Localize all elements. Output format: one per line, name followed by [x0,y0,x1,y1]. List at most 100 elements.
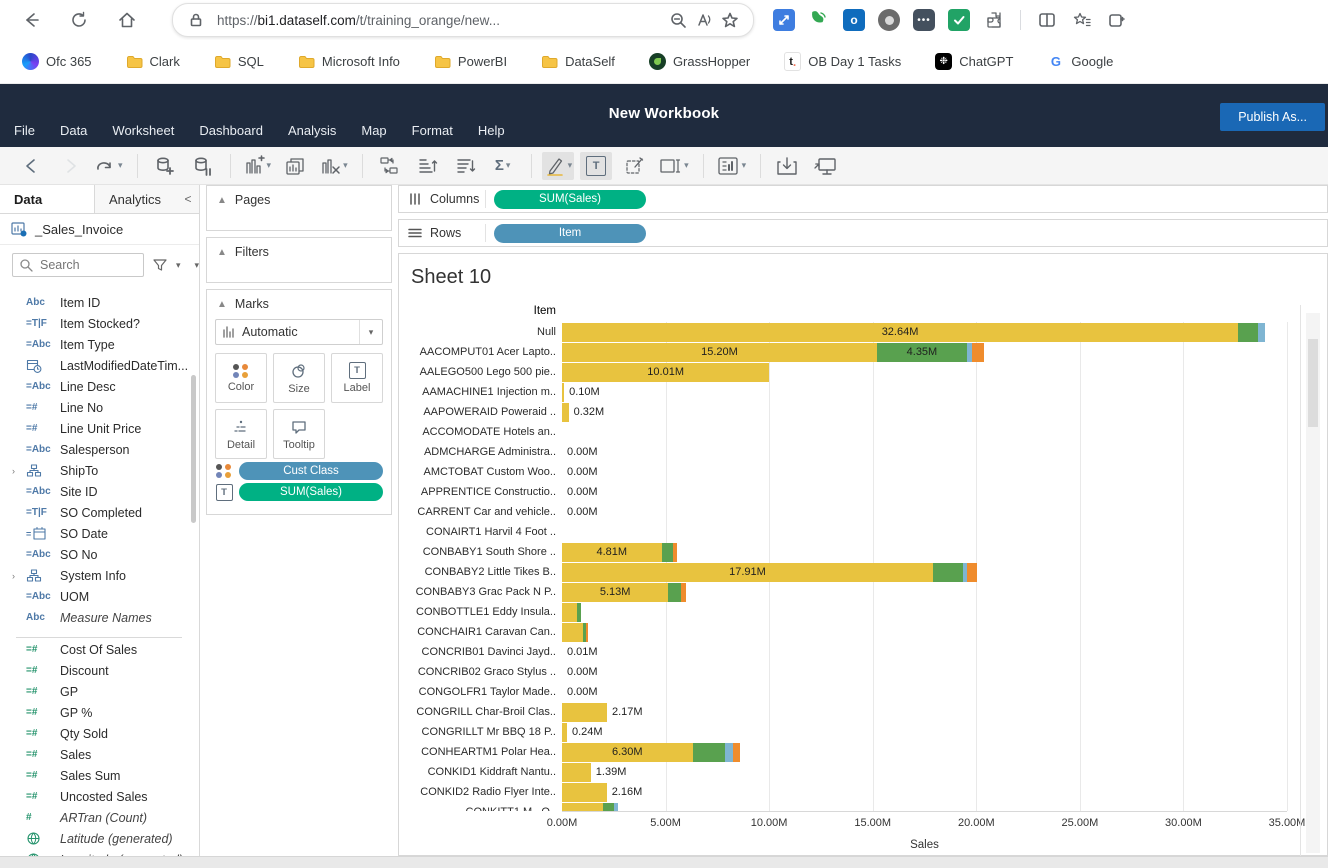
bookmark-ofc-365[interactable]: Ofc 365 [22,53,92,70]
bookmark-powerbi[interactable]: PowerBI [434,53,507,70]
pill-sum-sales-columns[interactable]: SUM(Sales) [494,190,646,209]
lock-icon[interactable] [183,7,209,33]
replay-button[interactable]: ▾ [92,152,125,180]
bar-segment-yellow[interactable] [562,703,607,722]
marks-label-button[interactable]: TLabel [331,353,383,403]
undo-arrow-button[interactable] [16,152,48,180]
field-line-unit-price[interactable]: =# Line Unit Price [0,418,196,439]
chart-row-aamachine1-injection-m[interactable]: AAMACHINE1 Injection m..0.10M [399,382,1301,402]
publish-as-button[interactable]: Publish As... [1220,103,1325,131]
bar-segment-yellow[interactable]: 4.81M [562,543,662,562]
marks-detail-button[interactable]: Detail [215,409,267,459]
chart-row-conbaby3-grac-pack-n-p[interactable]: CONBABY3 Grac Pack N P..5.13M [399,582,1301,602]
url-text[interactable]: https://bi1.dataself.com/t/training_oran… [217,13,665,28]
chart-row-conkitt1-m-o[interactable]: CONKITT1 M.. O.. [399,802,1301,811]
outlook-extension-icon[interactable]: o [842,8,866,32]
chart-row-conairt1-harvil-4-foot[interactable]: CONAIRT1 Harvil 4 Foot .. [399,522,1301,542]
bar-segment-green[interactable] [1238,323,1258,342]
field-item-type[interactable]: =Abc Item Type [0,334,196,355]
marks-tooltip-button[interactable]: Tooltip [273,409,325,459]
show-mark-labels-button[interactable]: T [580,152,612,180]
field-line-no[interactable]: =# Line No [0,397,196,418]
bookmark-clark[interactable]: Clark [126,53,180,70]
field-measure-names[interactable]: Abc Measure Names [0,607,196,628]
bookmark-microsoft-info[interactable]: Microsoft Info [298,53,400,70]
bar-segment-yellow[interactable] [562,403,569,422]
bar-segment-green[interactable] [662,543,673,562]
home-button[interactable] [110,5,144,35]
pill-cust-class[interactable]: Cust Class [239,462,383,480]
bar-segment-green[interactable]: 4.35M [877,343,967,362]
bar-segment-yellow[interactable] [562,723,567,742]
fix-axes-button[interactable] [618,152,650,180]
split-screen-icon[interactable] [1035,8,1059,32]
copilot-icon[interactable] [1105,8,1129,32]
bookmark-ob-day-1-tasks[interactable]: t.OB Day 1 Tasks [784,53,901,70]
phone-extension-icon[interactable] [807,8,831,32]
bar-segment-yellow[interactable]: 32.64M [562,323,1238,342]
field-line-desc[interactable]: =Abc Line Desc [0,376,196,397]
bar-segment-green[interactable] [693,743,725,762]
bar-segment-yellow[interactable]: 6.30M [562,743,693,762]
presentation-mode-button[interactable] [809,152,841,180]
download-button[interactable] [771,152,803,180]
bar-segment-yellow[interactable] [562,383,564,402]
field-discount[interactable]: =# Discount [0,660,196,681]
field-site-id[interactable]: =Abc Site ID [0,481,196,502]
menu-worksheet[interactable]: Worksheet [112,123,174,138]
field-cost-of-sales[interactable]: =# Cost Of Sales [0,639,196,660]
field-so-no[interactable]: =Abc SO No [0,544,196,565]
sharepoint-extension-icon[interactable] [877,8,901,32]
bar-segment-green[interactable] [933,563,963,582]
share-screen-extension-icon[interactable] [772,8,796,32]
field-qty-sold[interactable]: =# Qty Sold [0,723,196,744]
format-borders-button[interactable]: ▾ [656,152,691,180]
menu-help[interactable]: Help [478,123,505,138]
bar-segment-yellow[interactable] [562,763,591,782]
chart-scrollbar[interactable] [1306,313,1320,853]
field-so-date[interactable]: = SO Date [0,523,196,544]
chevron-up-icon[interactable]: ▲ [217,247,227,258]
bookmark-sql[interactable]: SQL [214,53,264,70]
field-sales-sum[interactable]: =# Sales Sum [0,765,196,786]
bookmark-dataself[interactable]: DataSelf [541,53,615,70]
chart-row-conbottle1-eddy-insula[interactable]: CONBOTTLE1 Eddy Insula.. [399,602,1301,622]
menu-file[interactable]: File [14,123,35,138]
mark-type-dropdown[interactable]: Automatic ▾ [215,319,383,345]
chart-row-conchair1-caravan-can[interactable]: CONCHAIR1 Caravan Can.. [399,622,1301,642]
address-bar[interactable]: https://bi1.dataself.com/t/training_oran… [172,3,754,37]
expander-icon[interactable]: › [12,466,22,476]
bar-segment-yellow[interactable]: 10.01M [562,363,769,382]
field-gp[interactable]: =# GP % [0,702,196,723]
bar-segment-green[interactable] [577,603,581,622]
bar-segment-orange[interactable] [586,623,588,642]
totals-button[interactable]: Σ▾ [487,152,519,180]
chart-row-null[interactable]: Null32.64M [399,322,1301,342]
menu-format[interactable]: Format [412,123,453,138]
menu-analysis[interactable]: Analysis [288,123,336,138]
chart-row-congolfr1-taylor-made[interactable]: CONGOLFR1 Taylor Made..0.00M [399,682,1301,702]
chart-scrollbar-thumb[interactable] [1308,339,1318,427]
field-longitude-generated[interactable]: Longitude (generated) [0,849,196,856]
pause-updates-button[interactable] [186,152,218,180]
bar-segment-yellow[interactable] [562,623,583,642]
clear-sheet-button[interactable]: ▾ [317,152,350,180]
field-sales[interactable]: =# Sales [0,744,196,765]
bar-segment-yellow[interactable] [562,803,603,812]
expander-icon[interactable]: › [12,571,22,581]
field-so-completed[interactable]: =T|F SO Completed [0,502,196,523]
field-gp[interactable]: =# GP [0,681,196,702]
columns-shelf[interactable]: Columns SUM(Sales) [398,185,1328,213]
bar-segment-blue[interactable] [614,803,618,812]
chart-row-aapoweraid-poweraid[interactable]: AAPOWERAID Poweraid ..0.32M [399,402,1301,422]
tab-analytics[interactable]: Analytics [95,185,177,213]
chart-row-concrib02-graco-stylus[interactable]: CONCRIB02 Graco Stylus ..0.00M [399,662,1301,682]
chart-row-accomodate-hotels-an[interactable]: ACCOMODATE Hotels an.. [399,422,1301,442]
bar-segment-orange[interactable] [967,563,977,582]
duplicate-sheet-button[interactable] [279,152,311,180]
field-salesperson[interactable]: =Abc Salesperson [0,439,196,460]
chart-row-congrillt-mr-bbq-18-p[interactable]: CONGRILLT Mr BBQ 18 P..0.24M [399,722,1301,742]
sort-ascending-button[interactable] [411,152,443,180]
show-me-button[interactable]: ▾ [714,152,749,180]
chart-row-carrent-car-and-vehicle[interactable]: CARRENT Car and vehicle..0.00M [399,502,1301,522]
